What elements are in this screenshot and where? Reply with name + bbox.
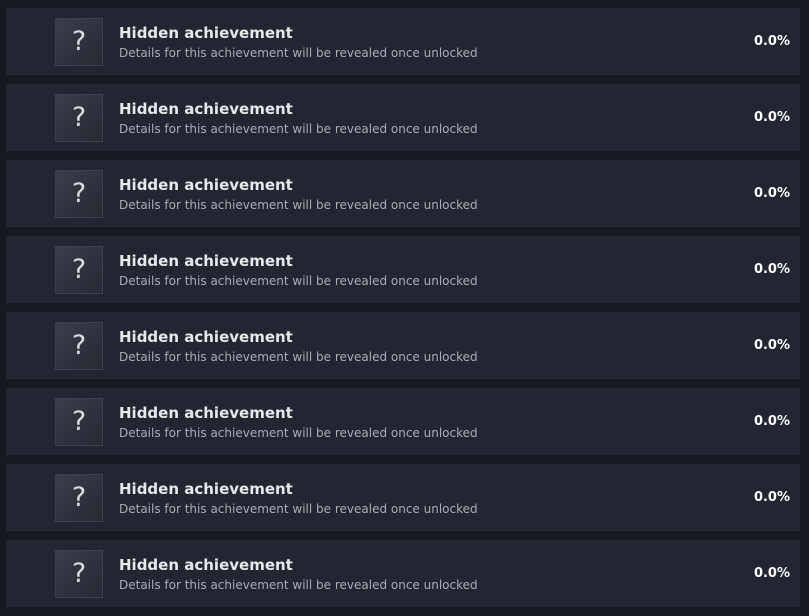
- question-mark-icon: ?: [55, 170, 103, 218]
- icon-glyph: ?: [71, 330, 87, 361]
- unlock-percentage: 0.0%: [753, 110, 790, 125]
- question-mark-icon: ?: [55, 550, 103, 598]
- achievement-list: ? Hidden achievement Details for this ac…: [6, 8, 800, 616]
- achievement-title: Hidden achievement: [119, 24, 293, 42]
- achievement-row[interactable]: ? Hidden achievement Details for this ac…: [6, 312, 800, 380]
- icon-glyph: ?: [71, 558, 87, 589]
- unlock-percentage: 0.0%: [753, 34, 790, 49]
- question-mark-icon: ?: [55, 322, 103, 370]
- achievement-title: Hidden achievement: [119, 176, 293, 194]
- achievement-row[interactable]: ? Hidden achievement Details for this ac…: [6, 464, 800, 532]
- achievement-title: Hidden achievement: [119, 100, 293, 118]
- achievement-row[interactable]: ? Hidden achievement Details for this ac…: [6, 236, 800, 304]
- achievement-description: Details for this achievement will be rev…: [119, 122, 478, 136]
- achievement-description: Details for this achievement will be rev…: [119, 578, 478, 592]
- unlock-percentage: 0.0%: [753, 186, 790, 201]
- achievement-row[interactable]: ? Hidden achievement Details for this ac…: [6, 160, 800, 228]
- achievement-row[interactable]: ? Hidden achievement Details for this ac…: [6, 8, 800, 76]
- question-mark-icon: ?: [55, 474, 103, 522]
- achievement-title: Hidden achievement: [119, 404, 293, 422]
- icon-glyph: ?: [71, 178, 87, 209]
- achievement-description: Details for this achievement will be rev…: [119, 350, 478, 364]
- achievement-description: Details for this achievement will be rev…: [119, 46, 478, 60]
- unlock-percentage: 0.0%: [753, 338, 790, 353]
- achievement-row[interactable]: ? Hidden achievement Details for this ac…: [6, 540, 800, 608]
- icon-glyph: ?: [71, 406, 87, 437]
- achievement-description: Details for this achievement will be rev…: [119, 198, 478, 212]
- achievement-title: Hidden achievement: [119, 556, 293, 574]
- achievement-description: Details for this achievement will be rev…: [119, 502, 478, 516]
- question-mark-icon: ?: [55, 94, 103, 142]
- icon-glyph: ?: [71, 26, 87, 57]
- unlock-percentage: 0.0%: [753, 262, 790, 277]
- icon-glyph: ?: [71, 102, 87, 133]
- achievement-title: Hidden achievement: [119, 252, 293, 270]
- question-mark-icon: ?: [55, 18, 103, 66]
- achievement-description: Details for this achievement will be rev…: [119, 274, 478, 288]
- icon-glyph: ?: [71, 482, 87, 513]
- achievement-row[interactable]: ? Hidden achievement Details for this ac…: [6, 84, 800, 152]
- achievement-row[interactable]: ? Hidden achievement Details for this ac…: [6, 388, 800, 456]
- icon-glyph: ?: [71, 254, 87, 285]
- achievement-description: Details for this achievement will be rev…: [119, 426, 478, 440]
- unlock-percentage: 0.0%: [753, 414, 790, 429]
- achievement-title: Hidden achievement: [119, 328, 293, 346]
- achievement-title: Hidden achievement: [119, 480, 293, 498]
- question-mark-icon: ?: [55, 246, 103, 294]
- question-mark-icon: ?: [55, 398, 103, 446]
- unlock-percentage: 0.0%: [753, 566, 790, 581]
- unlock-percentage: 0.0%: [753, 490, 790, 505]
